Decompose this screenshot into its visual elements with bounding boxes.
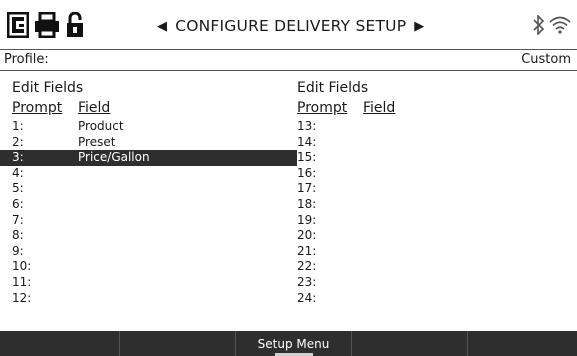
prompt-row-18[interactable]: 18:	[297, 197, 577, 213]
prompt-row-20[interactable]: 20:	[297, 228, 577, 244]
prompt-row-4[interactable]: 4:	[12, 166, 302, 182]
section-title: Edit Fields	[12, 80, 84, 96]
prompt-number: 5:	[12, 181, 24, 196]
prompt-row-24[interactable]: 24:	[297, 291, 577, 307]
prompt-number: 22:	[297, 259, 317, 274]
prompt-row-15[interactable]: 15:	[297, 150, 577, 166]
prompt-column-header: Prompt	[12, 100, 63, 116]
prompt-row-1[interactable]: 1: Product	[12, 119, 302, 135]
page-title: CONFIGURE DELIVERY SETUP	[175, 17, 407, 35]
prompt-number: 11:	[12, 274, 32, 289]
prompt-number: 2:	[12, 134, 24, 149]
prompt-row-14[interactable]: 14:	[297, 135, 577, 151]
prompt-number: 20:	[297, 228, 317, 243]
prompt-number: 8:	[12, 228, 24, 243]
prompt-row-7[interactable]: 7:	[12, 213, 302, 229]
section-title: Edit Fields	[297, 80, 369, 96]
prompt-list: 13: 14: 15: 16: 17: 18: 19: 20: 21: 22: …	[297, 119, 577, 306]
prompt-number: 12:	[12, 290, 32, 305]
prompt-number: 1:	[12, 119, 24, 133]
prompt-number: 18:	[297, 196, 317, 211]
prompt-number: 14:	[297, 134, 317, 149]
printer-icon[interactable]	[34, 12, 60, 38]
softkey-label: Setup Menu	[257, 336, 330, 351]
prompt-row-22[interactable]: 22:	[297, 259, 577, 275]
column-headers: Prompt Field	[297, 100, 577, 118]
prompt-row-2[interactable]: 2: Preset	[12, 135, 302, 151]
prompt-number: 13:	[297, 119, 317, 133]
prompt-column-header: Prompt	[297, 100, 348, 116]
prompt-number: 23:	[297, 274, 317, 289]
prompt-number: 4:	[12, 165, 24, 180]
prompt-row-13[interactable]: 13:	[297, 119, 577, 135]
softkey-1[interactable]	[0, 331, 120, 356]
column-headers: Prompt Field	[12, 100, 302, 118]
prompt-number: 21:	[297, 243, 317, 258]
prompt-number: 15:	[297, 150, 317, 165]
top-status-bar: ◀ CONFIGURE DELIVERY SETUP ▶	[0, 0, 577, 50]
previous-screen-arrow-icon[interactable]: ◀	[157, 19, 167, 34]
prompt-row-23[interactable]: 23:	[297, 275, 577, 291]
prompt-row-17[interactable]: 17:	[297, 181, 577, 197]
screen-title-nav: ◀ CONFIGURE DELIVERY SETUP ▶	[157, 15, 424, 37]
softkey-4[interactable]	[352, 331, 468, 356]
prompt-field: Preset	[78, 134, 116, 149]
edit-fields-right-column: Edit Fields Prompt Field 13: 14: 15: 16:…	[297, 80, 577, 306]
softkey-5[interactable]	[468, 331, 576, 356]
prompt-row-8[interactable]: 8:	[12, 228, 302, 244]
prompt-row-10[interactable]: 10:	[12, 259, 302, 275]
prompt-number: 10:	[12, 259, 32, 274]
prompt-number: 19:	[297, 212, 317, 227]
unlocked-padlock-icon[interactable]	[66, 12, 84, 38]
prompt-field: Price/Gallon	[78, 150, 150, 165]
prompt-field: Product	[78, 119, 124, 133]
prompt-row-19[interactable]: 19:	[297, 213, 577, 229]
prompt-number: 16:	[297, 165, 317, 180]
softkey-bar: Setup Menu	[0, 331, 577, 356]
prompt-number: 17:	[297, 181, 317, 196]
prompt-number: 3:	[12, 150, 24, 165]
prompt-row-12[interactable]: 12:	[12, 291, 302, 307]
prompt-row-21[interactable]: 21:	[297, 244, 577, 260]
wifi-icon	[549, 16, 571, 34]
prompt-row-6[interactable]: 6:	[12, 197, 302, 213]
prompt-list: 1: Product 2: Preset 3: Price/Gallon 4: 5: …	[0, 119, 302, 307]
prompt-number: 6:	[12, 196, 24, 211]
setup-menu-softkey[interactable]: Setup Menu	[236, 331, 352, 356]
prompt-row-16[interactable]: 16:	[297, 166, 577, 182]
edit-fields-left-column: Edit Fields Prompt Field 1: Product 2: Pre…	[0, 80, 302, 307]
prompt-number: 24:	[297, 290, 317, 305]
field-column-header: Field	[363, 100, 396, 116]
profile-row: Profile: Custom	[0, 50, 577, 71]
bluetooth-icon	[533, 15, 545, 35]
prompt-row-9[interactable]: 9:	[12, 244, 302, 260]
prompt-row-3-selected[interactable]: 3: Price/Gallon	[0, 150, 297, 166]
prompt-number: 9:	[12, 243, 24, 258]
softkey-2[interactable]	[120, 331, 236, 356]
prompt-number: 7:	[12, 212, 24, 227]
field-column-header: Field	[78, 100, 111, 116]
app-logo-icon	[7, 12, 29, 38]
profile-value: Custom	[521, 52, 571, 67]
profile-label: Profile:	[4, 52, 49, 67]
next-screen-arrow-icon[interactable]: ▶	[414, 19, 424, 34]
prompt-row-11[interactable]: 11:	[12, 275, 302, 291]
prompt-row-5[interactable]: 5:	[12, 181, 302, 197]
